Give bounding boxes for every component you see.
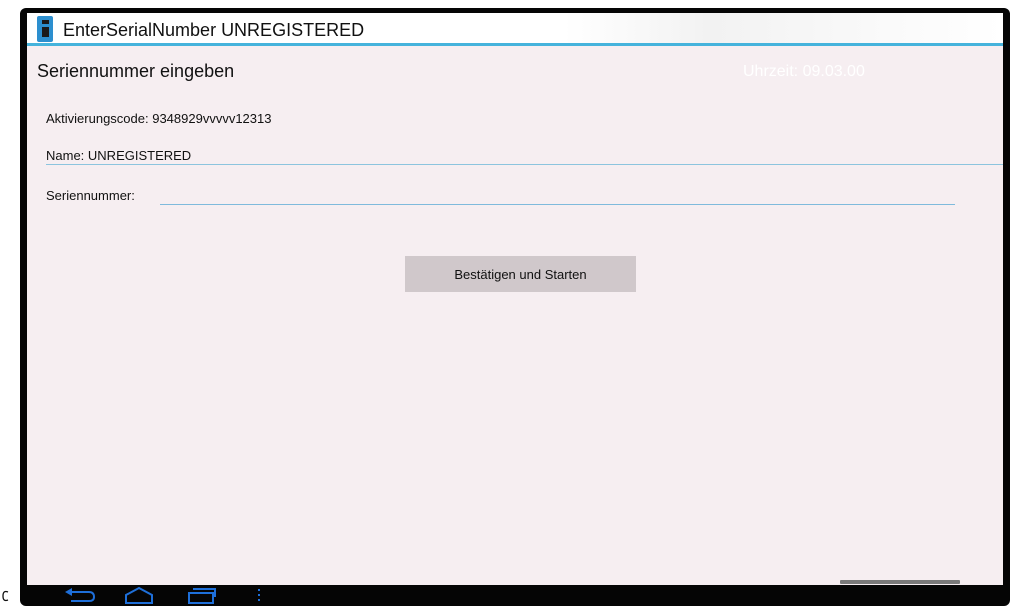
serial-number-input[interactable] [160, 184, 955, 205]
recent-apps-icon[interactable] [183, 587, 219, 604]
confirm-and-start-button[interactable]: Bestätigen und Starten [405, 256, 636, 292]
menu-icon[interactable] [253, 587, 265, 604]
window-title: EnterSerialNumber UNREGISTERED [63, 20, 365, 40]
app-screen: EnterSerialNumber UNREGISTERED Seriennum… [27, 13, 1003, 585]
app-icon [37, 16, 53, 42]
activation-code-text: Aktivierungscode: 9348929vvvvv12313 [46, 111, 272, 126]
back-icon[interactable] [61, 587, 97, 604]
page-title: Seriennummer eingeben [37, 61, 235, 81]
system-tray-indicator [840, 580, 960, 584]
name-divider [46, 164, 1003, 165]
title-bar: EnterSerialNumber UNREGISTERED [27, 13, 1003, 46]
name-text: Name: UNREGISTERED [46, 148, 192, 163]
serial-number-label: Seriennummer: [46, 188, 135, 203]
clock-text: Uhrzeit: 09.03.00 [743, 63, 865, 80]
system-navbar [27, 585, 1003, 606]
home-icon[interactable] [121, 587, 157, 604]
corner-glyph [0, 588, 16, 606]
